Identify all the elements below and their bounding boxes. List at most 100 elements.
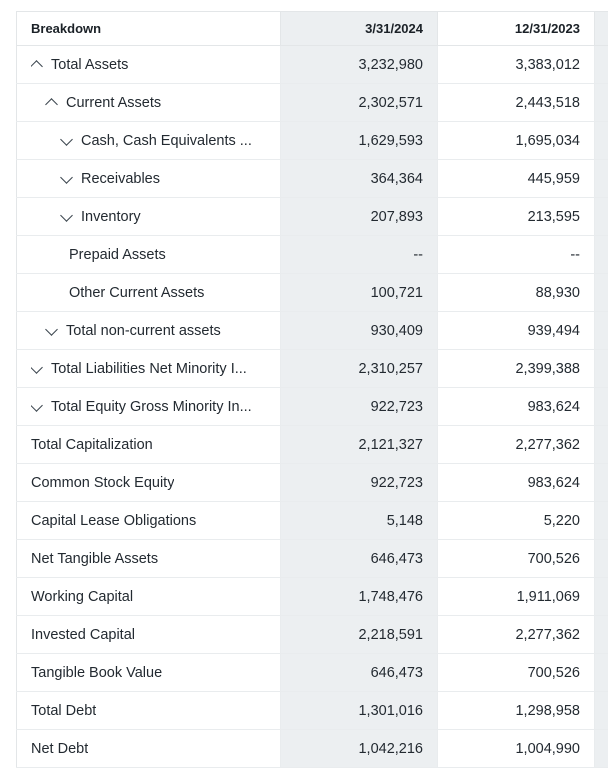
chevron-down-icon[interactable] xyxy=(31,362,44,375)
row-value-cell-period-2: 983,624 xyxy=(437,463,595,502)
row-label-inner: Total Assets xyxy=(31,57,266,73)
row-label-inner: Common Stock Equity xyxy=(31,475,266,491)
row-value-cell-period-1: 922,723 xyxy=(280,387,438,426)
row-value-cell-period-1: 1,301,016 xyxy=(280,691,438,730)
row-label-inner: Current Assets xyxy=(31,95,266,111)
row-label-text: Inventory xyxy=(81,208,141,225)
row-value-cell-period-3 xyxy=(594,615,608,654)
row-value-cell-period-3 xyxy=(594,159,608,198)
column-header-breakdown[interactable]: Breakdown xyxy=(16,11,281,46)
row-label-text: Common Stock Equity xyxy=(31,474,175,491)
row-value-cell-period-3 xyxy=(594,197,608,236)
row-value-cell-period-3 xyxy=(594,653,608,692)
row-label-cell[interactable]: Total Liabilities Net Minority I... xyxy=(16,349,281,388)
chevron-down-icon[interactable] xyxy=(46,324,59,337)
table-row: Invested Capital 2,218,591 2,277,362 xyxy=(16,615,608,654)
row-label-text: Total Capitalization xyxy=(31,436,153,453)
row-label-cell: Tangible Book Value xyxy=(16,653,281,692)
row-label-inner: Net Tangible Assets xyxy=(31,551,266,567)
row-label-text: Total non-current assets xyxy=(66,322,221,339)
table-body: Total Assets 3,232,980 3,383,012 Current As… xyxy=(16,45,608,768)
row-value-cell-period-1: 100,721 xyxy=(280,273,438,312)
row-label-text: Other Current Assets xyxy=(69,284,205,301)
row-label-inner: Total non-current assets xyxy=(31,323,266,339)
chevron-down-icon[interactable] xyxy=(61,172,74,185)
chevron-up-icon[interactable] xyxy=(31,58,44,71)
row-value-cell-period-3 xyxy=(594,539,608,578)
row-label-text: Cash, Cash Equivalents ... xyxy=(81,132,252,149)
row-value-cell-period-2: -- xyxy=(437,235,595,274)
table-row: Other Current Assets 100,721 88,930 xyxy=(16,273,608,312)
row-value-cell-period-3 xyxy=(594,311,608,350)
row-label-cell[interactable]: Inventory xyxy=(16,197,281,236)
row-label-cell: Prepaid Assets xyxy=(16,235,281,274)
row-label-text: Working Capital xyxy=(31,588,134,605)
row-label-cell[interactable]: Receivables xyxy=(16,159,281,198)
row-value-cell-period-3 xyxy=(594,729,608,768)
table-row: Inventory 207,893 213,595 xyxy=(16,197,608,236)
table-row: Total Equity Gross Minority In... 922,723… xyxy=(16,387,608,426)
row-label-cell[interactable]: Total Equity Gross Minority In... xyxy=(16,387,281,426)
table-row: Total Assets 3,232,980 3,383,012 xyxy=(16,45,608,84)
row-value-cell-period-1: 646,473 xyxy=(280,653,438,692)
row-value-cell-period-2: 939,494 xyxy=(437,311,595,350)
row-label-text: Current Assets xyxy=(66,94,162,111)
row-value-cell-period-2: 213,595 xyxy=(437,197,595,236)
column-header-period-2[interactable]: 12/31/2023 xyxy=(437,11,595,46)
row-value-cell-period-3 xyxy=(594,121,608,160)
row-value-cell-period-2: 700,526 xyxy=(437,653,595,692)
table-row: Common Stock Equity 922,723 983,624 xyxy=(16,463,608,502)
row-value-cell-period-2: 2,277,362 xyxy=(437,425,595,464)
chevron-down-icon[interactable] xyxy=(31,400,44,413)
row-value-cell-period-1: 922,723 xyxy=(280,463,438,502)
row-value-cell-period-3 xyxy=(594,387,608,426)
table-header: Breakdown 3/31/2024 12/31/2023 xyxy=(16,11,608,46)
column-header-period-1[interactable]: 3/31/2024 xyxy=(280,11,438,46)
balance-sheet-table-container: Breakdown 3/31/2024 12/31/2023 Total Ass… xyxy=(0,0,608,769)
row-value-cell-period-3 xyxy=(594,273,608,312)
row-label-cell[interactable]: Total Assets xyxy=(16,45,281,84)
row-value-cell-period-3 xyxy=(594,83,608,122)
table-row: Net Debt 1,042,216 1,004,990 xyxy=(16,729,608,768)
chevron-down-icon[interactable] xyxy=(61,134,74,147)
table-row: Total Capitalization 2,121,327 2,277,362 xyxy=(16,425,608,464)
row-value-cell-period-1: 1,042,216 xyxy=(280,729,438,768)
chevron-down-icon[interactable] xyxy=(61,210,74,223)
row-value-cell-period-1: 5,148 xyxy=(280,501,438,540)
row-label-inner: Total Equity Gross Minority In... xyxy=(31,399,266,415)
table-row: Capital Lease Obligations 5,148 5,220 xyxy=(16,501,608,540)
row-value-cell-period-1: 3,232,980 xyxy=(280,45,438,84)
table-row: Receivables 364,364 445,959 xyxy=(16,159,608,198)
row-label-cell: Total Capitalization xyxy=(16,425,281,464)
table-header-row: Breakdown 3/31/2024 12/31/2023 xyxy=(16,11,608,46)
row-value-cell-period-1: 364,364 xyxy=(280,159,438,198)
row-label-cell[interactable]: Total non-current assets xyxy=(16,311,281,350)
row-label-text: Total Assets xyxy=(51,56,129,73)
row-label-inner: Cash, Cash Equivalents ... xyxy=(31,133,266,149)
table-row: Working Capital 1,748,476 1,911,069 xyxy=(16,577,608,616)
row-value-cell-period-1: 2,310,257 xyxy=(280,349,438,388)
row-label-cell[interactable]: Cash, Cash Equivalents ... xyxy=(16,121,281,160)
row-label-inner: Total Capitalization xyxy=(31,437,266,453)
row-value-cell-period-3 xyxy=(594,235,608,274)
table-row: Total non-current assets 930,409 939,494 xyxy=(16,311,608,350)
row-value-cell-period-3 xyxy=(594,577,608,616)
row-value-cell-period-1: 1,629,593 xyxy=(280,121,438,160)
chevron-up-icon[interactable] xyxy=(46,96,59,109)
row-value-cell-period-3 xyxy=(594,349,608,388)
row-label-text: Invested Capital xyxy=(31,626,135,643)
column-header-period-3[interactable] xyxy=(594,11,608,46)
row-label-inner: Net Debt xyxy=(31,741,266,757)
balance-sheet-table: Breakdown 3/31/2024 12/31/2023 Total Ass… xyxy=(16,11,608,768)
table-row: Cash, Cash Equivalents ... 1,629,593 1,695… xyxy=(16,121,608,160)
row-value-cell-period-1: 2,218,591 xyxy=(280,615,438,654)
row-label-text: Net Tangible Assets xyxy=(31,550,159,567)
row-label-inner: Working Capital xyxy=(31,589,266,605)
row-value-cell-period-3 xyxy=(594,691,608,730)
row-label-cell[interactable]: Current Assets xyxy=(16,83,281,122)
row-label-cell: Invested Capital xyxy=(16,615,281,654)
row-label-text: Total Equity Gross Minority In... xyxy=(51,398,252,415)
table-row: Tangible Book Value 646,473 700,526 xyxy=(16,653,608,692)
row-value-cell-period-1: 2,121,327 xyxy=(280,425,438,464)
row-label-inner: Tangible Book Value xyxy=(31,665,266,681)
